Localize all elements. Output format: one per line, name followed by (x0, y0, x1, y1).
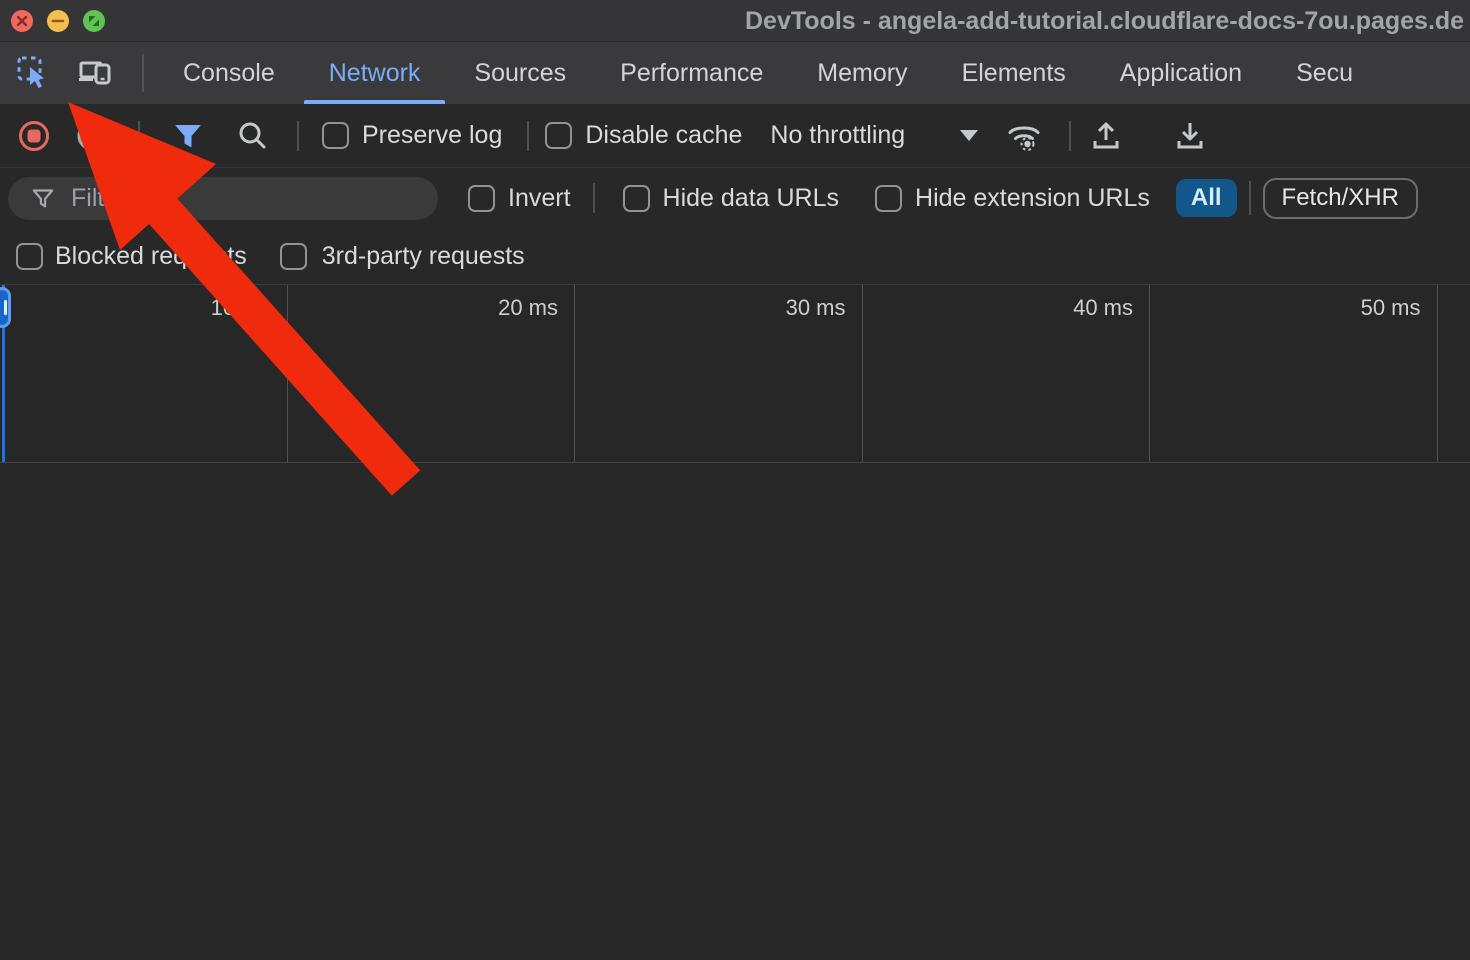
hide-extension-urls-label: Hide extension URLs (915, 184, 1150, 213)
throttling-select[interactable]: No throttling (770, 121, 978, 150)
disable-cache-checkbox[interactable]: Disable cache (545, 121, 742, 150)
fullscreen-button[interactable] (83, 10, 105, 32)
search-button[interactable] (235, 118, 271, 154)
invert-label: Invert (508, 184, 571, 213)
window-title: DevTools - angela-add-tutorial.cloudflar… (745, 7, 1464, 36)
inspect-cursor-icon (16, 55, 52, 91)
checkbox-box (545, 122, 572, 149)
toolbar-divider (297, 121, 299, 151)
throttling-value: No throttling (770, 121, 905, 150)
preserve-log-label: Preserve log (362, 121, 502, 150)
checkbox-box (875, 185, 902, 212)
toolbar-divider (1069, 121, 1071, 151)
clear-network-log-button[interactable] (74, 118, 110, 154)
tab-security[interactable]: Secu (1269, 42, 1380, 104)
timeline-tick: 10 ms (0, 285, 288, 462)
toolbar-divider (138, 121, 140, 151)
search-icon (235, 118, 271, 154)
filter-chip-all[interactable]: All (1176, 179, 1237, 217)
blocked-requests-label: Blocked requests (55, 242, 247, 271)
filterbar-divider (1249, 181, 1251, 215)
close-button[interactable] (11, 10, 33, 32)
tab-elements[interactable]: Elements (935, 42, 1093, 104)
timeline-filler (1438, 285, 1470, 462)
hide-data-urls-label: Hide data URLs (663, 184, 839, 213)
filter-input-container[interactable] (8, 177, 438, 220)
disable-cache-label: Disable cache (585, 121, 742, 150)
fullscreen-icon (83, 10, 105, 32)
download-tray-icon (1172, 118, 1208, 154)
network-filter-bar: Invert Hide data URLs Hide extension URL… (0, 168, 1470, 228)
hide-data-urls-checkbox[interactable]: Hide data URLs (623, 184, 839, 213)
block-circle-icon (74, 118, 110, 154)
handle-grip (4, 300, 7, 315)
tab-application[interactable]: Application (1093, 42, 1269, 104)
record-network-log-button[interactable] (16, 118, 52, 154)
timeline-tick: 20 ms (288, 285, 576, 462)
checkbox-box (468, 185, 495, 212)
export-har-button[interactable] (1172, 118, 1208, 154)
checkbox-box (623, 185, 650, 212)
overview-drag-handle[interactable] (0, 287, 11, 328)
close-icon (11, 10, 33, 32)
network-log-empty-panel: Recordi Perform a request (0, 463, 1470, 960)
filter-toggle-button[interactable] (170, 118, 206, 154)
inspect-element-button[interactable] (16, 55, 52, 91)
request-filters-bar: Blocked requests 3rd-party requests (0, 228, 1470, 285)
network-toolbar: Preserve log Disable cache No throttling (0, 104, 1470, 168)
filterbar-divider (593, 183, 595, 213)
device-toolbar-button[interactable] (78, 55, 114, 91)
minimize-icon (47, 10, 69, 32)
checkbox-box (322, 122, 349, 149)
import-har-button[interactable] (1088, 118, 1124, 154)
tab-memory[interactable]: Memory (790, 42, 934, 104)
funnel-outline-icon (28, 183, 58, 213)
tab-network[interactable]: Network (302, 42, 448, 104)
network-conditions-button[interactable] (1006, 118, 1042, 154)
preserve-log-checkbox[interactable]: Preserve log (322, 121, 502, 150)
wifi-gear-icon (1006, 118, 1042, 154)
timeline-tick: 30 ms (575, 285, 863, 462)
checkbox-box (16, 243, 43, 270)
timeline-tick: 50 ms (1150, 285, 1438, 462)
device-toolbar-icon (78, 55, 114, 91)
tab-performance[interactable]: Performance (593, 42, 790, 104)
minimize-button[interactable] (47, 10, 69, 32)
filter-input[interactable] (71, 184, 391, 213)
third-party-requests-checkbox[interactable]: 3rd-party requests (280, 242, 525, 271)
funnel-icon (170, 118, 206, 154)
checkbox-box (280, 243, 307, 270)
record-stop-icon (16, 118, 52, 154)
upload-tray-icon (1088, 118, 1124, 154)
devtools-window: DevTools - angela-add-tutorial.cloudflar… (0, 0, 1470, 960)
invert-checkbox[interactable]: Invert (468, 184, 571, 213)
chevron-down-icon (960, 130, 978, 141)
filter-chip-fetch-xhr[interactable]: Fetch/XHR (1263, 178, 1418, 219)
blocked-requests-checkbox[interactable]: Blocked requests (16, 242, 247, 271)
devtools-tabbar: Console Network Sources Performance Memo… (0, 42, 1470, 104)
toolbar-divider (527, 121, 529, 151)
network-overview-timeline[interactable]: 10 ms 20 ms 30 ms 40 ms 50 ms (0, 285, 1470, 463)
timeline-tick: 40 ms (863, 285, 1151, 462)
tabbar-divider (142, 54, 144, 92)
tab-sources[interactable]: Sources (447, 42, 593, 104)
titlebar: DevTools - angela-add-tutorial.cloudflar… (0, 0, 1470, 42)
tab-console[interactable]: Console (156, 42, 302, 104)
third-party-requests-label: 3rd-party requests (322, 242, 525, 271)
hide-extension-urls-checkbox[interactable]: Hide extension URLs (875, 184, 1150, 213)
